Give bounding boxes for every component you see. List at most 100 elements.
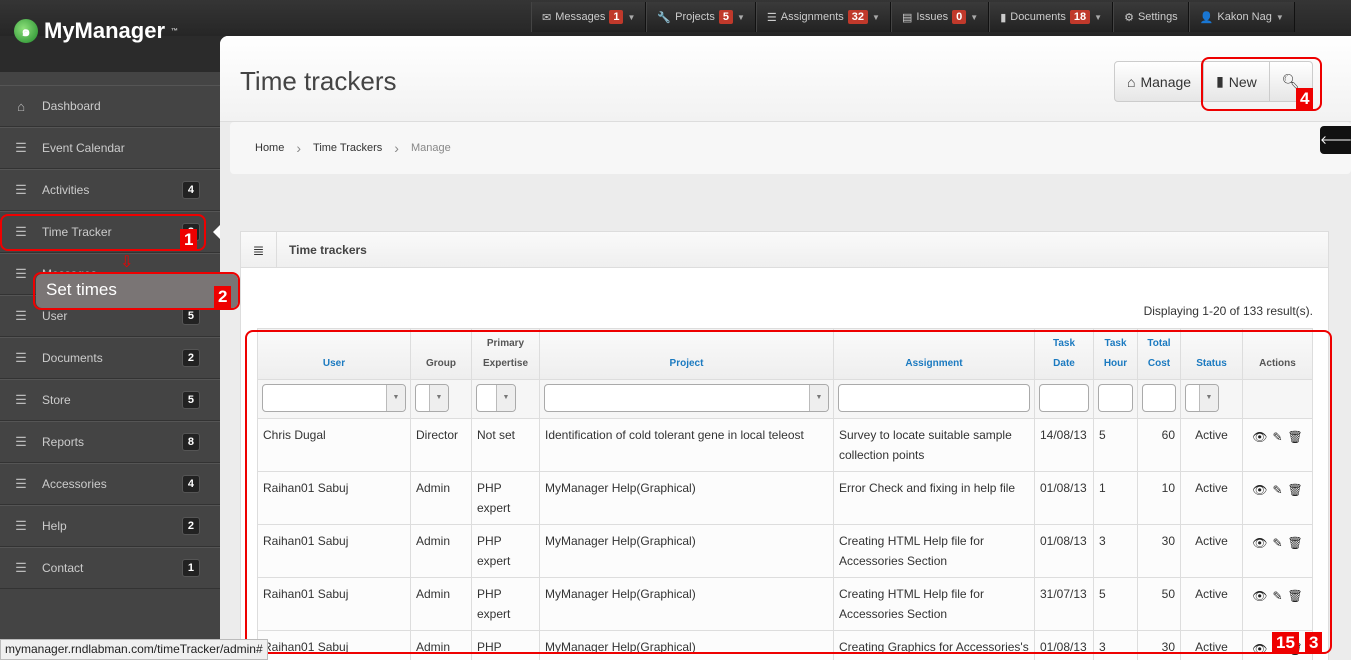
chevron-right-icon: ›	[394, 140, 399, 156]
topnav-label: Projects	[675, 11, 715, 23]
list-icon: ☰	[15, 476, 27, 491]
active-pointer	[206, 225, 220, 239]
count-badge: 1	[609, 10, 624, 24]
list-icon: ☰	[15, 308, 27, 323]
count-badge: 32	[847, 10, 869, 24]
page-header: Time trackers ⌂ Manage ▮ New 🔍︎	[220, 36, 1351, 122]
manage-label: Manage	[1140, 73, 1192, 90]
sidebar-item-reports[interactable]: ☰ Reports 8	[0, 421, 220, 463]
topnav-label: Messages	[555, 11, 606, 23]
chevron-right-icon: ›	[296, 140, 302, 156]
logo[interactable]: ๑ MyManager ™	[14, 18, 178, 44]
topnav-settings[interactable]: ⚙ Settings	[1113, 2, 1189, 32]
sidebar-item-label: Reports	[42, 435, 85, 449]
topnav-kakon-nag[interactable]: 👤 Kakon Nag ▼	[1188, 2, 1295, 32]
count-badge: 2	[181, 517, 200, 535]
topnav-label: Issues	[916, 11, 949, 23]
annotation-label-4: 4	[1296, 88, 1314, 110]
sidebar-item-label: Help	[42, 519, 67, 533]
caret-down-icon: ▼	[1275, 12, 1284, 22]
count-badge: 8	[181, 433, 200, 451]
panel-header: ≣ Time trackers	[241, 231, 1328, 268]
sidebar: ⌂ Dashboard ☰ Event Calendar ☰ Activities 4 ☰ Ti…	[0, 72, 220, 660]
arrow-down-icon: ⇩	[120, 254, 134, 271]
breadcrumb: Home › Time Trackers › Manage	[230, 122, 1351, 174]
sidebar-item-label: Activities	[42, 183, 90, 197]
page-title: Time trackers	[240, 66, 397, 96]
topnav-label: Documents	[1010, 11, 1066, 23]
arrow-left-icon[interactable]: 🡐	[1320, 126, 1351, 154]
user-icon: 👤	[1199, 11, 1214, 24]
annotation-label-2: 2	[214, 286, 232, 308]
sidebar-item-label: Documents	[42, 351, 103, 365]
count-badge: 5	[718, 10, 733, 24]
sidebar-item-store[interactable]: ☰ Store 5	[0, 379, 220, 421]
count-badge: 1	[181, 559, 200, 577]
list-icon: ☰	[15, 140, 27, 155]
annotation-box-2	[33, 272, 240, 310]
count-badge: 5	[181, 391, 200, 409]
topnav-label: Settings	[1137, 11, 1178, 23]
caret-down-icon: ▼	[1094, 12, 1103, 22]
count-badge: 2	[181, 349, 200, 367]
sidebar-item-label: Store	[42, 393, 71, 407]
list-icon: ☰	[15, 518, 27, 533]
sidebar-item-label: Contact	[42, 561, 84, 575]
count-badge: 0	[952, 10, 967, 24]
sidebar-item-label: Dashboard	[42, 99, 101, 113]
list-icon: ☰	[15, 560, 27, 575]
annotation-label-1: 1	[180, 229, 198, 251]
wrench-icon: 🔧	[657, 11, 672, 24]
results-summary: Displaying 1-20 of 133 result(s).	[1143, 304, 1313, 318]
breadcrumb-time-trackers[interactable]: Time Trackers	[313, 142, 382, 154]
book-icon: ▮	[1000, 11, 1007, 24]
gear-icon: ⚙	[1124, 11, 1134, 24]
sidebar-item-activities[interactable]: ☰ Activities 4	[0, 169, 220, 211]
topnav-assignments[interactable]: ☰ Assignments 32 ▼	[755, 2, 891, 32]
status-bar-url: mymanager.rndlabman.com/timeTracker/admi…	[0, 639, 268, 660]
logo-swirl-icon: ๑	[14, 19, 38, 43]
sidebar-item-documents[interactable]: ☰ Documents 2	[0, 337, 220, 379]
caret-down-icon: ▼	[627, 12, 636, 22]
manage-button[interactable]: ⌂ Manage	[1115, 62, 1205, 101]
envelope-icon: ✉	[542, 11, 552, 24]
count-badge: 4	[181, 181, 200, 199]
sidebar-item-help[interactable]: ☰ Help 2	[0, 505, 220, 547]
home-icon: ⌂	[17, 98, 25, 114]
topnav-documents[interactable]: ▮ Documents 18 ▼	[989, 2, 1114, 32]
annotation-label-3: 3	[1305, 632, 1323, 654]
logo-text: MyManager	[44, 18, 166, 43]
topnav-label: Assignments	[780, 11, 844, 23]
list-icon: ☰	[15, 392, 27, 407]
list-icon: ☰	[766, 11, 777, 24]
caret-down-icon: ▼	[872, 12, 880, 22]
count-badge: 18	[1069, 10, 1091, 24]
sidebar-item-dashboard[interactable]: ⌂ Dashboard	[0, 85, 220, 127]
caret-down-icon: ▼	[736, 12, 745, 22]
sidebar-item-accessories[interactable]: ☰ Accessories 4	[0, 463, 220, 505]
topnav-projects[interactable]: 🔧 Projects 5 ▼	[646, 2, 756, 32]
trademark: ™	[171, 27, 179, 35]
document-list-icon: ▤	[901, 11, 913, 24]
home-icon: ⌂	[1127, 73, 1136, 90]
topnav-messages[interactable]: ✉ Messages 1 ▼	[531, 2, 647, 32]
annotation-box-1	[0, 214, 206, 251]
sidebar-item-contact[interactable]: ☰ Contact 1	[0, 547, 220, 589]
sidebar-item-label: User	[42, 309, 68, 323]
list-icon: ☰	[15, 182, 27, 197]
annotation-label-15: 15	[1272, 632, 1299, 654]
topnav-label: Kakon Nag	[1217, 11, 1272, 23]
sidebar-item-label: Accessories	[42, 477, 107, 491]
list-icon: ☰	[15, 350, 27, 365]
breadcrumb-current: Manage	[410, 142, 451, 154]
sidebar-item-event-calendar[interactable]: ☰ Event Calendar	[0, 127, 220, 169]
top-nav: ✉ Messages 1 ▼ 🔧 Projects 5 ▼ ☰ Assignments 32 ▼ ▤ Is…	[531, 2, 1295, 32]
caret-down-icon: ▼	[970, 12, 979, 22]
annotation-box-3	[245, 330, 1332, 654]
sidebar-item-label: Event Calendar	[42, 141, 125, 155]
breadcrumb-home[interactable]: Home	[255, 142, 284, 154]
list-icon: ☰	[15, 434, 27, 449]
count-badge: 4	[181, 475, 200, 493]
menu-icon: ≣	[241, 231, 277, 268]
topnav-issues[interactable]: ▤ Issues 0 ▼	[890, 2, 990, 32]
